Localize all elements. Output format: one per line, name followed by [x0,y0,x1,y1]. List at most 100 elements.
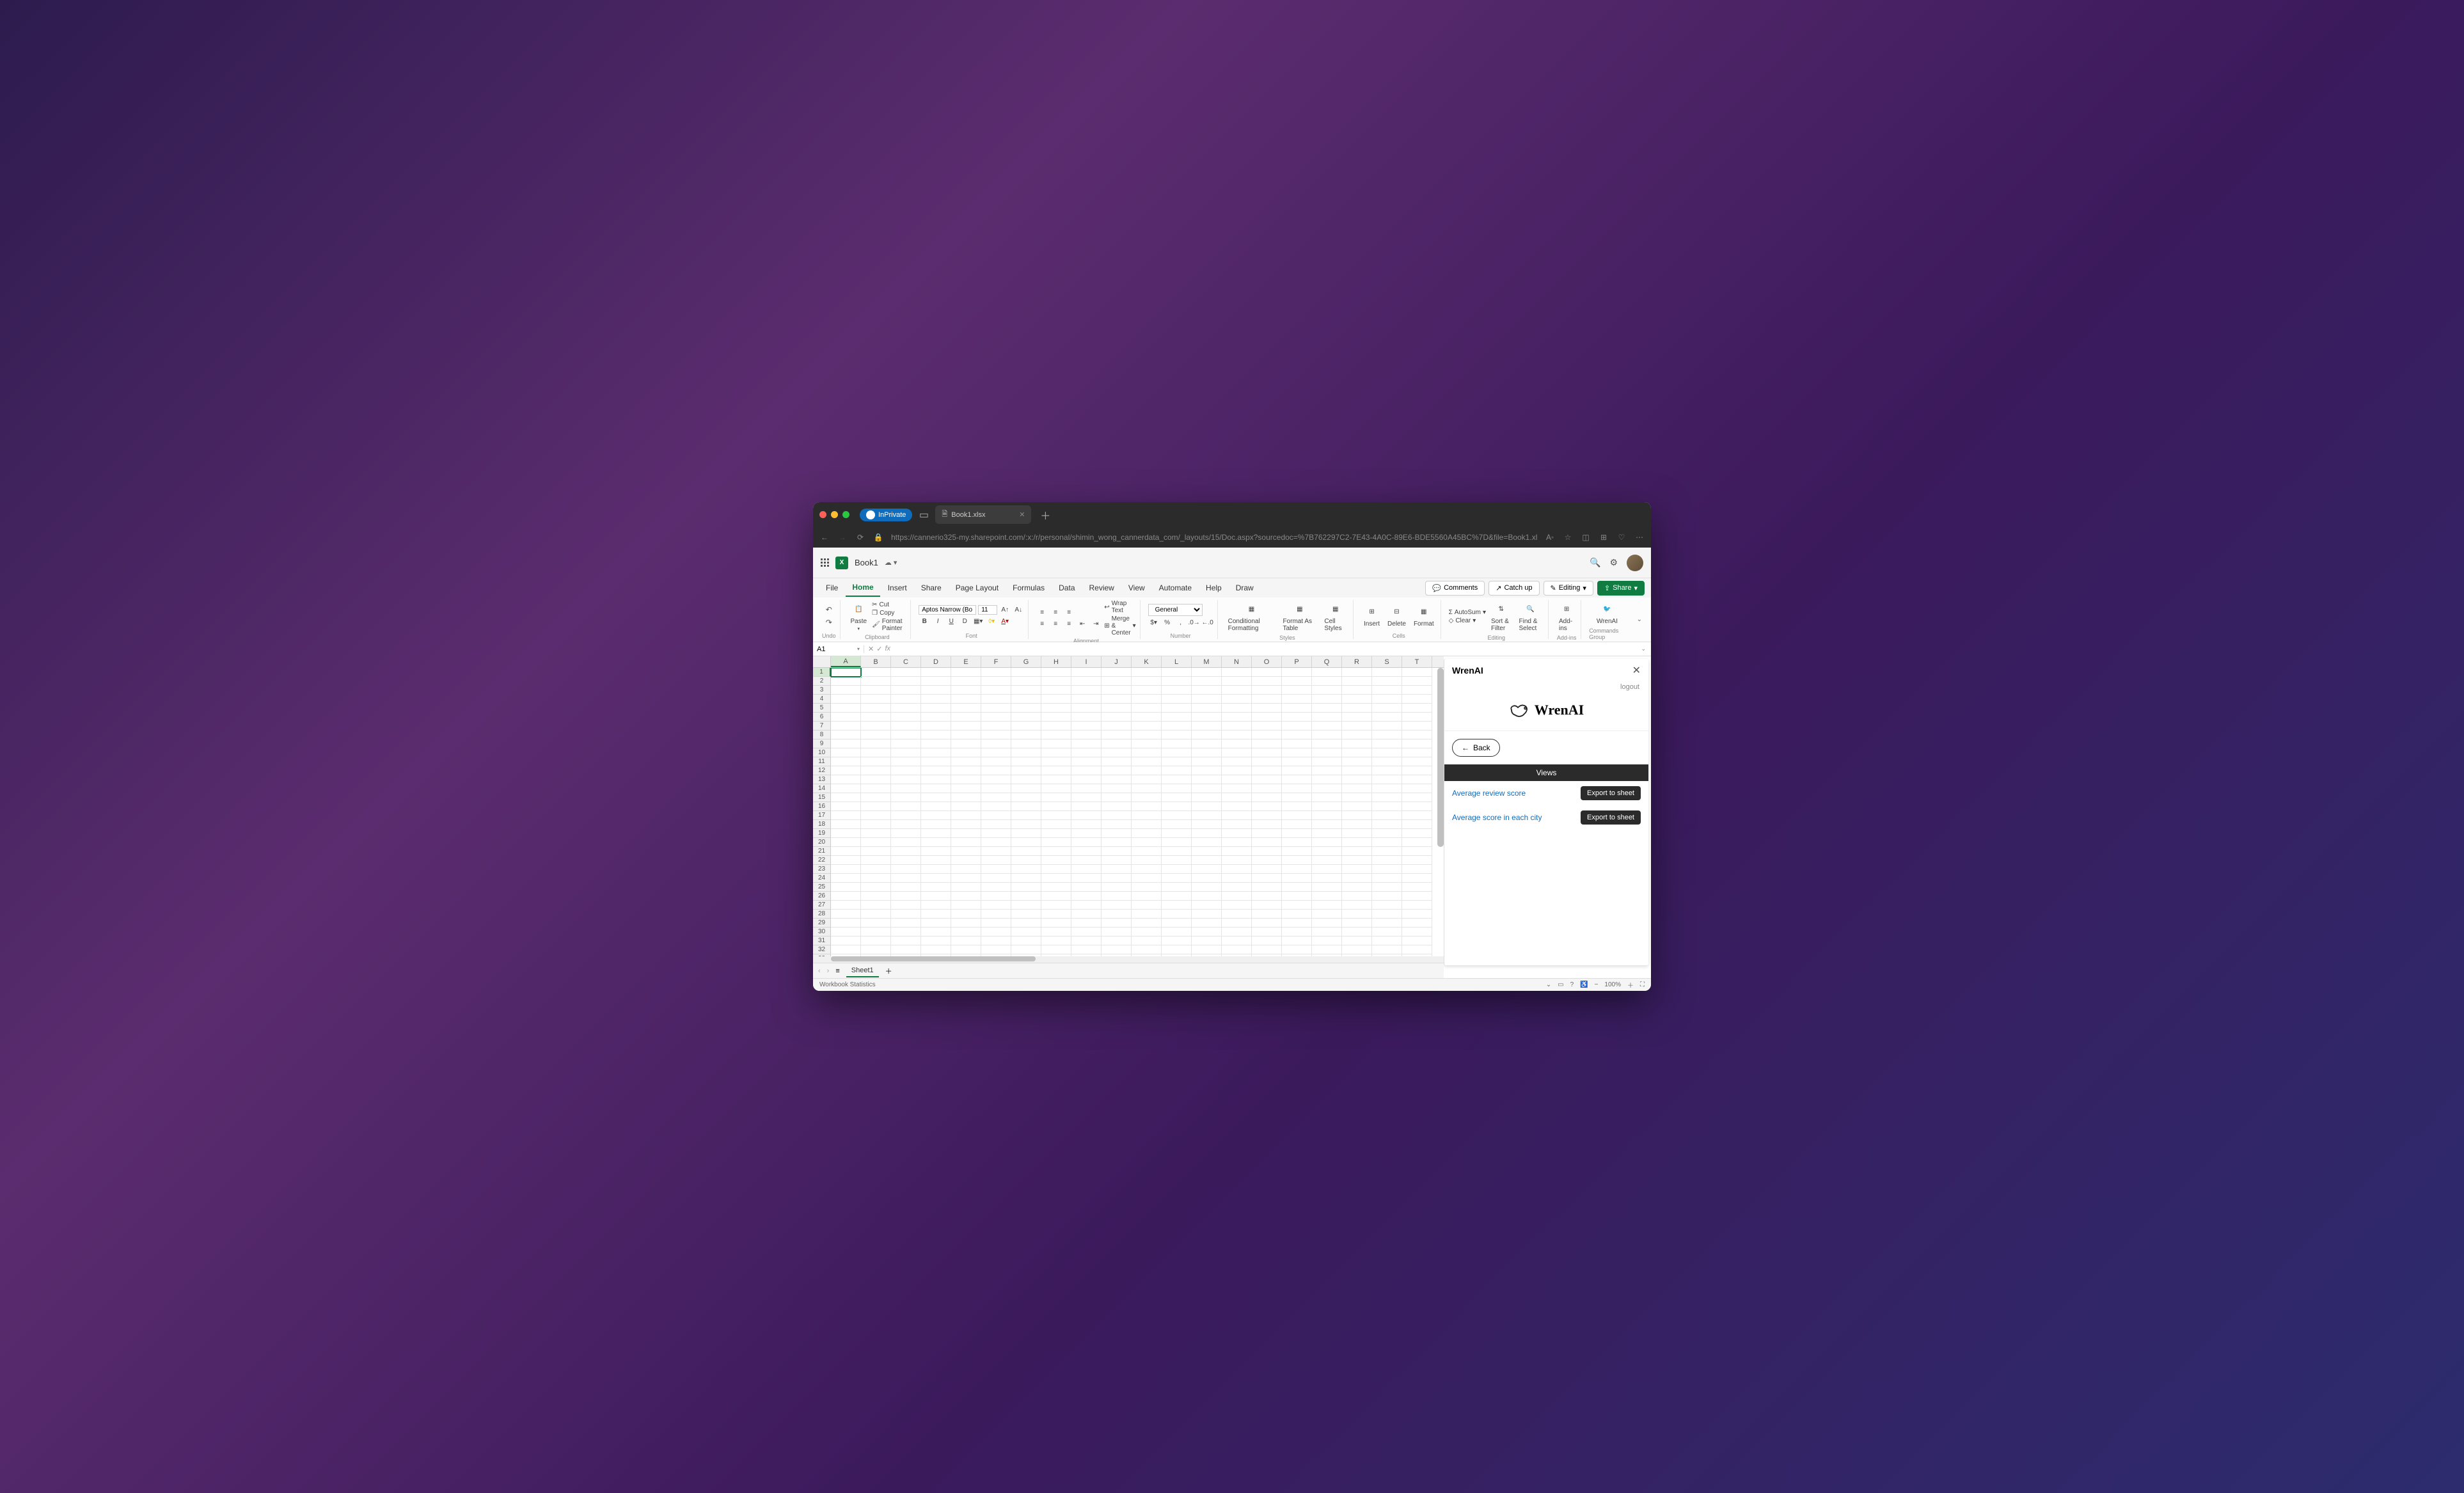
cell[interactable] [1102,883,1132,892]
cell[interactable] [1041,936,1071,945]
cell[interactable] [1372,713,1402,722]
wrenai-ribbon-button[interactable]: 🐦WrenAI [1594,600,1620,626]
cell[interactable] [921,811,951,820]
cell[interactable] [1041,748,1071,757]
cell[interactable] [1222,713,1252,722]
cell[interactable] [1222,802,1252,811]
cell[interactable] [1252,686,1282,695]
cell[interactable] [1342,668,1372,677]
cell[interactable] [1252,856,1282,865]
cell[interactable] [1342,883,1372,892]
cell[interactable] [1102,748,1132,757]
cell[interactable] [891,739,921,748]
cell[interactable] [1372,668,1402,677]
cell[interactable] [891,704,921,713]
cell[interactable] [1402,945,1432,954]
cell[interactable] [1102,829,1132,838]
cell[interactable] [891,945,921,954]
cell[interactable] [1071,838,1102,847]
cell[interactable] [1071,865,1102,874]
cell[interactable] [1342,757,1372,766]
cell[interactable] [861,945,891,954]
cell[interactable] [1192,936,1222,945]
cell[interactable] [1162,731,1192,739]
cell[interactable] [1402,802,1432,811]
cell[interactable] [1282,686,1312,695]
cell[interactable] [1041,739,1071,748]
cell[interactable] [1402,928,1432,936]
cell[interactable] [1222,954,1252,956]
cell[interactable] [1071,936,1102,945]
cell[interactable] [1041,722,1071,731]
cell[interactable] [1282,856,1312,865]
cell[interactable] [1282,713,1312,722]
cell[interactable] [981,910,1011,919]
cell[interactable] [831,874,861,883]
zoom-out-icon[interactable]: − [1595,981,1599,988]
cell[interactable] [1312,775,1342,784]
cell[interactable] [951,704,981,713]
cell[interactable] [1102,793,1132,802]
cell[interactable] [1282,883,1312,892]
cell[interactable] [1102,722,1132,731]
cell[interactable] [1312,883,1342,892]
cell[interactable] [951,731,981,739]
column-header[interactable]: R [1342,656,1372,667]
cell[interactable] [1011,739,1041,748]
cell[interactable] [951,793,981,802]
cell[interactable] [861,811,891,820]
cell[interactable] [1102,945,1132,954]
help-icon[interactable]: ? [1570,981,1574,988]
cell[interactable] [1162,883,1192,892]
cell[interactable] [1252,677,1282,686]
cell[interactable] [981,954,1011,956]
cell[interactable] [1071,919,1102,928]
cell[interactable] [861,722,891,731]
cell[interactable] [1192,784,1222,793]
cell[interactable] [861,668,891,677]
cell[interactable] [1071,748,1102,757]
row-header[interactable]: 33 [813,954,831,956]
cell[interactable] [1282,919,1312,928]
cell[interactable] [1372,892,1402,901]
row-header[interactable]: 30 [813,928,831,936]
cell[interactable] [981,847,1011,856]
cell[interactable] [1071,847,1102,856]
row-header[interactable]: 29 [813,919,831,928]
paste-button[interactable]: 📋Paste▾ [848,600,870,633]
increase-decimal-icon[interactable]: .0→ [1189,617,1200,628]
clear-button[interactable]: ◇ Clear ▾ [1449,617,1486,624]
cell[interactable] [1222,901,1252,910]
cell[interactable] [831,883,861,892]
cell[interactable] [951,910,981,919]
row-header[interactable]: 19 [813,829,831,838]
cell[interactable] [1222,766,1252,775]
cell[interactable] [1222,731,1252,739]
cell[interactable] [1402,677,1432,686]
cell[interactable] [831,936,861,945]
cell[interactable] [951,677,981,686]
row-header[interactable]: 28 [813,910,831,919]
cell[interactable] [1071,901,1102,910]
cell[interactable] [1162,928,1192,936]
cell[interactable] [891,928,921,936]
cell[interactable] [1252,757,1282,766]
cell[interactable] [1312,901,1342,910]
cell[interactable] [861,775,891,784]
cell[interactable] [1011,865,1041,874]
cell[interactable] [891,677,921,686]
cell[interactable] [1372,847,1402,856]
cell[interactable] [1282,928,1312,936]
cell[interactable] [1102,766,1132,775]
cell[interactable] [1342,802,1372,811]
cell[interactable] [1041,901,1071,910]
cell[interactable] [831,722,861,731]
cell[interactable] [981,928,1011,936]
catchup-button[interactable]: ↗ Catch up [1489,581,1539,596]
cell[interactable] [1162,757,1192,766]
cell[interactable] [1282,910,1312,919]
cell[interactable] [1132,892,1162,901]
delete-cells-button[interactable]: ⊟Delete [1385,603,1409,629]
cell[interactable] [1162,829,1192,838]
cell[interactable] [1071,668,1102,677]
